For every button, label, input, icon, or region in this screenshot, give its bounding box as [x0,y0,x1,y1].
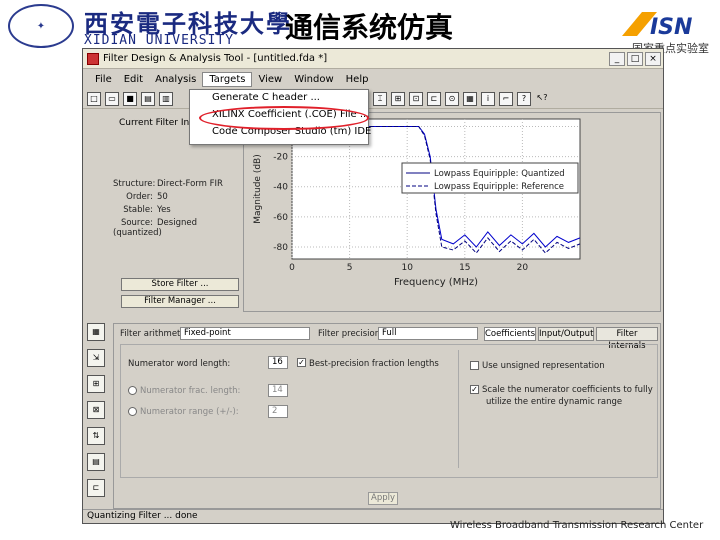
tab-coefficients[interactable]: Coefficients [484,327,536,341]
x-tick-label: 15 [459,263,470,273]
info-label: Stable: [123,205,153,215]
coefficients-icon[interactable]: ▦ [463,91,477,106]
x-tick-label: 5 [347,263,353,273]
y-tick-label: -20 [273,153,288,163]
menubar: File Edit Analysis Targets View Window H… [83,70,663,88]
minimize-button[interactable]: _ [609,51,625,66]
footer-text: Wireless Broadband Transmission Research… [450,520,704,531]
tab-input-output[interactable]: Input/Output [538,327,594,341]
y-axis-label: Magnitude (dB) [253,154,263,223]
quantization-panel: Filter arithmetic: Fixed-point Filter pr… [113,323,661,509]
scale-label-line1: Scale the numerator coefficients to full… [482,385,653,395]
menu-analysis[interactable]: Analysis [149,73,202,86]
magphase-icon[interactable]: ⌶ [373,91,387,106]
y-tick-label: -60 [273,213,288,223]
x-tick-label: 20 [517,263,529,273]
numerator-frac-length-label: Numerator frac. length: [140,386,241,396]
unsigned-label: Use unsigned representation [482,361,605,371]
logo-seal-icon: ✦ [36,20,46,32]
menu-help[interactable]: Help [340,73,375,86]
unsigned-checkbox[interactable] [470,361,479,370]
polezero-icon[interactable]: ⊙ [445,91,459,106]
groupdelay-plot-icon[interactable]: ⌐ [499,91,513,106]
info-row-stable: Stable: Yes [113,205,171,215]
menu-file[interactable]: File [89,73,118,86]
window-title: Filter Design & Analysis Tool - [untitle… [103,53,328,64]
menu-generate-c-header[interactable]: Generate C header ... [190,90,368,107]
info-label: Order: [126,192,153,202]
numerator-range-radio[interactable] [128,407,137,416]
legend-entry: Lowpass Equiripple: Quantized [434,169,565,179]
realize-model-icon[interactable]: ⊠ [87,401,105,419]
numerator-word-length-field[interactable]: 16 [268,356,288,369]
pole-zero-editor-icon[interactable]: ▤ [87,453,105,471]
fdatool-window: Filter Design & Analysis Tool - [untitle… [82,48,664,524]
filter-precision-select[interactable]: Full [378,327,478,340]
info-value: Direct-Form FIR [157,179,223,189]
xidian-logo: ✦ [8,4,74,48]
info-row-order: Order: 50 [113,192,168,202]
store-filter-button[interactable]: Store Filter ... [121,278,239,291]
help-icon[interactable]: ? [517,91,531,106]
left-mode-strip: ▦ ⇲ ⊞ ⊠ ⇅ ▤ ⊏ [87,323,109,507]
menu-targets[interactable]: Targets [202,71,253,87]
isn-logo-text: ISN [650,15,692,40]
filter-precision-label: Filter precision: [318,329,383,339]
menu-view[interactable]: View [252,73,288,86]
frac-length-radio[interactable] [128,386,137,395]
multirate-icon[interactable]: ⊏ [87,479,105,497]
highlight-ellipse [199,106,369,130]
x-tick-label: 0 [289,263,295,273]
import-filter-icon[interactable]: ⇲ [87,349,105,367]
close-button[interactable]: × [645,51,661,66]
numerator-word-length-label: Numerator word length: [128,359,231,369]
menu-edit[interactable]: Edit [118,73,149,86]
set-quantization-icon[interactable]: ⇅ [87,427,105,445]
info-label: Source: [120,218,153,228]
apply-button[interactable]: Apply [368,492,398,505]
step-icon[interactable]: ⊏ [427,91,441,106]
toolbar: □ ▭ ■ ▤ ▥ ⌇ ↿ ⌶ ⊞ ⊡ ⊏ ⊙ ▦ i ⌐ ? ↖? [83,89,663,109]
info-value: Yes [157,205,171,215]
open-icon[interactable]: ▭ [105,91,119,106]
transform-filter-icon[interactable]: ⊞ [87,375,105,393]
info-label: Structure: [113,179,156,189]
scale-checkbox[interactable]: ✓ [470,385,479,394]
impulse-icon[interactable]: ⊡ [409,91,423,106]
y-tick-label: -80 [273,243,288,253]
scale-label-line2: utilize the entire dynamic range [486,397,623,407]
numerator-range-label: Numerator range (+/-): [140,407,239,417]
legend-entry: Lowpass Equiripple: Reference [434,182,564,192]
numerator-range-field[interactable]: 2 [268,405,288,418]
menu-window[interactable]: Window [288,73,339,86]
best-precision-label: Best-precision fraction lengths [309,359,439,369]
x-tick-label: 10 [401,263,413,273]
info-value: 50 [157,192,168,202]
x-axis-label: Frequency (MHz) [394,277,478,288]
best-precision-checkbox[interactable]: ✓ [297,358,306,367]
maximize-button[interactable]: □ [627,51,643,66]
isn-logo: ISN [622,12,692,40]
slide-title: 通信系统仿真 [285,11,454,44]
matlab-icon [87,52,99,65]
save-icon[interactable]: ■ [123,91,137,106]
groupdelay-icon[interactable]: ⊞ [391,91,405,106]
school-name-en: XIDIAN UNIVERSITY [84,33,235,48]
panel-divider [458,350,459,468]
info-icon[interactable]: i [481,91,495,106]
filter-arithmetic-select[interactable]: Fixed-point [180,327,310,340]
tab-filter-internals[interactable]: Filter Internals [596,327,658,351]
info-row-source: Source: Designed (quantized) [113,218,243,238]
info-row-structure: Structure: Direct-Form FIR [113,179,223,189]
filter-manager-button[interactable]: Filter Manager ... [121,295,239,308]
whats-this-icon[interactable]: ↖? [535,92,549,106]
print-icon[interactable]: ▤ [141,91,155,106]
print-preview-icon[interactable]: ▥ [159,91,173,106]
window-titlebar[interactable]: Filter Design & Analysis Tool - [untitle… [83,49,663,69]
new-icon[interactable]: □ [87,91,101,106]
design-filter-icon[interactable]: ▦ [87,323,105,341]
numerator-frac-length-field[interactable]: 14 [268,384,288,397]
y-tick-label: -40 [273,183,288,193]
